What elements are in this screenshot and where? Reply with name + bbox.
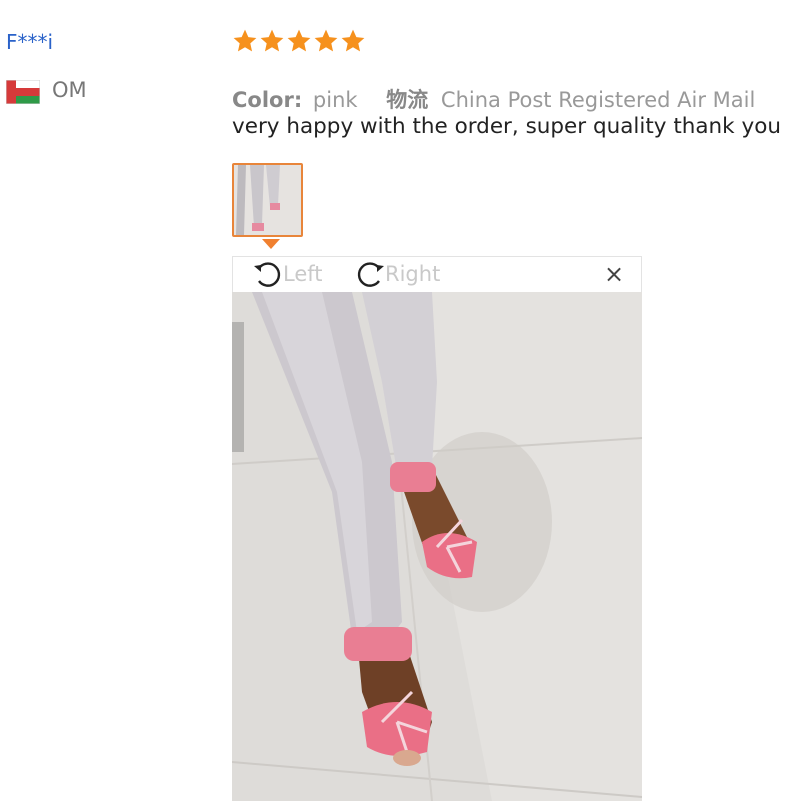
shipping-label: 物流 bbox=[386, 88, 429, 112]
color-value: pink bbox=[312, 88, 358, 112]
reviewer-country: OM bbox=[6, 78, 126, 108]
rotate-left-button[interactable]: Left bbox=[251, 258, 323, 290]
review-photo-thumbnail[interactable] bbox=[232, 163, 303, 237]
close-icon[interactable]: × bbox=[601, 260, 627, 288]
review-text: very happy with the order, super quality… bbox=[232, 114, 781, 139]
review-photo bbox=[232, 292, 642, 801]
rotate-right-label: Right bbox=[385, 262, 441, 286]
shipping-value: China Post Registered Air Mail bbox=[440, 88, 756, 112]
review-meta: Color: pink 物流 China Post Registered Air… bbox=[232, 84, 755, 114]
star-icon bbox=[260, 29, 284, 52]
reviewer-name: F***i bbox=[6, 30, 54, 54]
star-icon bbox=[314, 29, 338, 52]
color-label: Color: bbox=[232, 88, 303, 112]
star-icon bbox=[233, 29, 257, 52]
rotate-left-icon bbox=[254, 262, 281, 287]
star-icon bbox=[287, 29, 311, 52]
star-icon bbox=[341, 29, 365, 52]
oman-flag-icon bbox=[6, 80, 40, 104]
thumbnail-pointer bbox=[262, 239, 280, 249]
photo-viewer: Left Right × bbox=[232, 256, 642, 801]
country-code: OM bbox=[52, 78, 87, 102]
thumbnail-photo bbox=[234, 165, 301, 235]
star-rating bbox=[232, 28, 366, 58]
rotate-left-label: Left bbox=[283, 262, 323, 286]
rotate-right-button[interactable]: Right bbox=[353, 258, 440, 290]
rotate-right-icon bbox=[357, 262, 384, 287]
photo-illustration bbox=[232, 292, 642, 801]
viewer-toolbar: Left Right × bbox=[232, 256, 642, 292]
